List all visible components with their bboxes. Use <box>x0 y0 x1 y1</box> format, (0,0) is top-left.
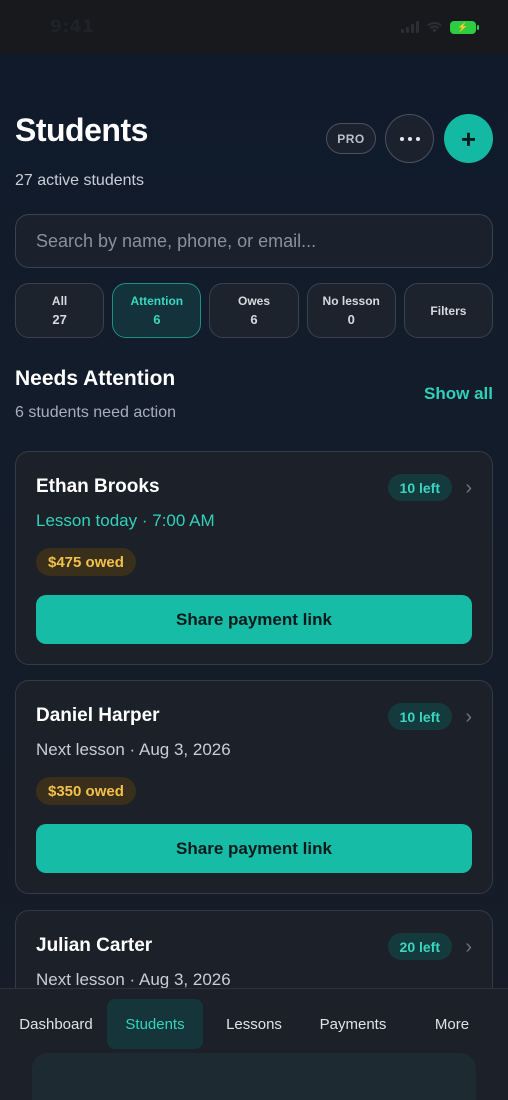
chevron-right-icon: › <box>465 706 472 728</box>
section-subtitle: 6 students need action <box>15 404 177 421</box>
filter-chip-filters[interactable]: Filters <box>403 283 494 338</box>
add-student-button[interactable]: + <box>444 114 493 163</box>
more-options-button[interactable] <box>385 114 434 163</box>
lessons-left-badge: 10 left <box>387 703 452 730</box>
chip-label: No lesson <box>322 294 380 308</box>
next-lesson-text: Next lesson · Aug 3, 2026 <box>36 740 231 759</box>
share-payment-link-button[interactable]: Share payment link <box>36 824 472 873</box>
owed-badge: $350 owed <box>36 777 136 805</box>
chip-count: 6 <box>153 312 161 327</box>
tab-dashboard[interactable]: Dashboard <box>8 999 104 1049</box>
filter-chip-all[interactable]: All 27 <box>15 283 105 338</box>
search-input[interactable] <box>36 230 472 252</box>
tab-lessons[interactable]: Lessons <box>206 999 302 1049</box>
lessons-left-badge: 10 left <box>387 474 452 501</box>
tab-more[interactable]: More <box>404 999 500 1049</box>
status-time: 9:41 <box>50 17 95 37</box>
student-name: Ethan Brooks <box>36 476 160 497</box>
plus-icon: + <box>460 123 477 154</box>
battery-icon: ⚡ <box>450 20 479 34</box>
show-all-link[interactable]: Show all <box>424 384 493 404</box>
filter-chip-attention[interactable]: Attention 6 <box>112 283 202 338</box>
share-payment-link-button[interactable]: Share payment link <box>36 595 472 644</box>
bottom-tab-bar: Dashboard Students Lessons Payments More <box>0 988 508 1100</box>
chip-count: 27 <box>52 312 67 327</box>
student-card[interactable]: Daniel Harper 10 left › Next lesson · Au… <box>15 680 493 894</box>
chip-label: Filters <box>430 303 467 318</box>
owed-badge: $475 owed <box>36 548 136 576</box>
ellipsis-icon <box>399 136 404 141</box>
chip-label: Attention <box>130 294 184 308</box>
chip-count: 6 <box>250 312 258 327</box>
section-title: Needs Attention <box>15 367 176 390</box>
next-lesson-text: Lesson today · 7:00 AM <box>36 511 215 530</box>
tab-students[interactable]: Students <box>107 999 203 1049</box>
chip-label: Owes <box>238 294 271 308</box>
chip-label: All <box>51 294 68 308</box>
wifi-icon <box>427 22 442 33</box>
next-lesson-text: Next lesson · Aug 3, 2026 <box>36 970 231 989</box>
student-name: Daniel Harper <box>36 705 160 726</box>
search-bar <box>15 214 493 268</box>
chevron-right-icon: › <box>465 477 472 499</box>
pro-badge[interactable]: PRO <box>326 123 376 154</box>
filter-chip-owes[interactable]: Owes 6 <box>209 283 299 338</box>
filter-chips: All 27 Attention 6 Owes 6 No lesson 0 Fi… <box>15 283 494 338</box>
lessons-left-badge: 20 left <box>387 933 452 960</box>
student-name: Julian Carter <box>36 935 153 956</box>
page-subtitle: 27 active students <box>15 172 144 189</box>
chevron-right-icon: › <box>465 936 472 958</box>
home-indicator-area <box>32 1053 476 1100</box>
cellular-signal-icon <box>401 21 419 33</box>
student-card[interactable]: Ethan Brooks 10 left › Lesson today · 7:… <box>15 451 493 665</box>
chip-count: 0 <box>347 312 355 327</box>
status-bar: 9:41 ⚡ <box>0 0 508 54</box>
status-icons: ⚡ <box>401 20 479 34</box>
tab-payments[interactable]: Payments <box>305 999 401 1049</box>
filter-chip-no-lesson[interactable]: No lesson 0 <box>306 283 396 338</box>
